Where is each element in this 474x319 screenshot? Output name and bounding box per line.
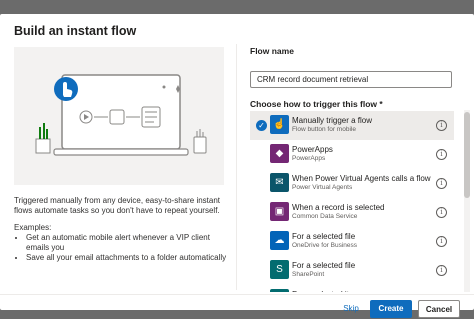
trigger-option[interactable]: ✓ ☝ Manually trigger a flow Flow button for… <box>250 111 454 140</box>
trigger-option[interactable]: ▣ When a record is selected Common Data Se… <box>250 198 454 227</box>
trigger-label: Choose how to trigger this flow * <box>250 99 383 109</box>
trigger-name: When a record is selected <box>292 203 385 212</box>
laptop-illustration <box>35 74 207 156</box>
trigger-option[interactable]: ✉ When Power Virtual Agents calls a flow P… <box>250 169 454 198</box>
scrollbar-thumb[interactable] <box>464 112 470 198</box>
examples-list: Get an automatic mobile alert whenever a… <box>14 233 234 263</box>
chatbot-icon: ✉ <box>270 173 289 192</box>
flow-name-input[interactable] <box>250 71 452 88</box>
info-icon[interactable]: i <box>436 265 447 276</box>
skip-button[interactable]: Skip <box>337 300 365 318</box>
trigger-connector: Common Data Service <box>292 213 358 220</box>
trigger-name: For a selected item <box>292 290 360 292</box>
sharepoint-icon: S <box>270 289 289 292</box>
onedrive-icon: ☁ <box>270 231 289 250</box>
database-icon: ▣ <box>270 202 289 221</box>
trigger-connector: Power Virtual Agents <box>292 184 353 191</box>
trigger-name: Manually trigger a flow <box>292 116 373 125</box>
vertical-divider <box>236 44 237 290</box>
sharepoint-icon: S <box>270 260 289 279</box>
info-icon[interactable]: i <box>436 120 447 131</box>
examples-section: Examples: Get an automatic mobile alert … <box>14 223 234 263</box>
trigger-option[interactable]: ◆ PowerApps PowerApps i <box>250 140 454 169</box>
trigger-option[interactable]: SFor a selected itemi <box>250 285 454 292</box>
info-icon[interactable]: i <box>436 178 447 189</box>
trigger-option[interactable]: S For a selected file SharePoint i <box>250 256 454 285</box>
checkmark-icon: ✓ <box>256 120 267 131</box>
create-button[interactable]: Create <box>370 300 412 318</box>
flow-name-label: Flow name <box>250 46 294 56</box>
trigger-option[interactable]: ☁ For a selected file OneDrive for Busines… <box>250 227 454 256</box>
trigger-list-scrollbar[interactable] <box>464 110 470 292</box>
powerapps-icon: ◆ <box>270 144 289 163</box>
example-item: Get an automatic mobile alert whenever a… <box>26 233 234 253</box>
illustration <box>14 47 224 185</box>
cancel-button[interactable]: Cancel <box>418 300 460 318</box>
trigger-name: When Power Virtual Agents calls a flow <box>292 174 431 183</box>
trigger-name: For a selected file <box>292 261 356 270</box>
info-icon[interactable]: i <box>436 149 447 160</box>
info-icon[interactable]: i <box>436 236 447 247</box>
flow-description: Triggered manually from any device, easy… <box>14 196 221 215</box>
examples-heading: Examples: <box>14 223 52 232</box>
trigger-connector: OneDrive for Business <box>292 242 358 249</box>
footer-divider <box>0 294 474 295</box>
trigger-list: ✓ ☝ Manually trigger a flow Flow button for… <box>250 111 454 292</box>
dialog-title: Build an instant flow <box>14 24 137 38</box>
example-item: Save all your email attachments to a fol… <box>26 253 234 263</box>
touch-button-icon: ☝ <box>270 115 289 134</box>
trigger-name: PowerApps <box>292 145 333 154</box>
trigger-connector: PowerApps <box>292 155 326 162</box>
instant-flow-dialog: Build an instant flow Triggered manually… <box>0 14 474 318</box>
info-icon[interactable]: i <box>436 207 447 218</box>
trigger-connector: Flow button for mobile <box>292 126 356 133</box>
trigger-name: For a selected file <box>292 232 356 241</box>
trigger-connector: SharePoint <box>292 271 325 278</box>
